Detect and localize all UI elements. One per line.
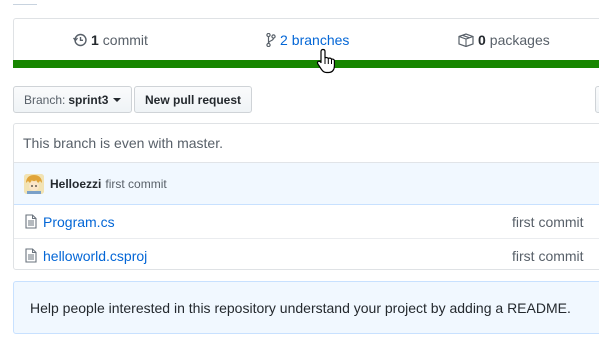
file-row[interactable]: Program.cs first commit bbox=[14, 205, 599, 239]
file-commit-message[interactable]: first commit bbox=[512, 248, 584, 264]
file-commit-message[interactable]: first commit bbox=[512, 214, 584, 230]
commits-link[interactable]: 1 commit bbox=[73, 31, 148, 49]
commits-count: 1 bbox=[91, 32, 99, 48]
file-name-link[interactable]: helloworld.csproj bbox=[43, 248, 147, 264]
git-branch-icon bbox=[266, 33, 276, 47]
commits-label: commit bbox=[102, 32, 148, 48]
branch-select-button[interactable]: Branch: sprint3 bbox=[13, 86, 133, 113]
new-pull-request-button[interactable]: New pull request bbox=[134, 86, 253, 113]
language-bar[interactable] bbox=[13, 60, 599, 68]
clone-button-edge[interactable] bbox=[595, 86, 599, 113]
file-icon bbox=[25, 214, 37, 229]
branch-prefix: Branch: bbox=[24, 92, 66, 107]
branches-count: 2 bbox=[280, 32, 288, 48]
branches-link[interactable]: 2 branches bbox=[266, 31, 349, 49]
package-icon bbox=[458, 33, 474, 47]
commit-author[interactable]: Helloezzi bbox=[50, 177, 101, 191]
hand-cursor-icon bbox=[316, 48, 335, 74]
avatar-image-icon bbox=[24, 173, 44, 194]
branch-name: sprint3 bbox=[68, 92, 109, 107]
file-navigation-table: This branch is even with master. Helloez… bbox=[13, 123, 599, 270]
file-name-link[interactable]: Program.cs bbox=[43, 214, 115, 230]
chevron-down-icon bbox=[113, 97, 122, 102]
commit-message[interactable]: first commit bbox=[105, 177, 166, 191]
readme-prompt-text: Help people interested in this repositor… bbox=[30, 299, 571, 316]
file-row[interactable]: helloworld.csproj first commit bbox=[14, 239, 599, 269]
branches-label: branches bbox=[291, 32, 350, 48]
readme-prompt-box: Help people interested in this repositor… bbox=[13, 281, 599, 334]
avatar[interactable] bbox=[24, 173, 44, 194]
new-pull-request-label: New pull request bbox=[145, 92, 242, 107]
top-link-fragment bbox=[13, 0, 37, 5]
packages-link[interactable]: 0 packages bbox=[458, 31, 550, 49]
latest-commit-bar: Helloezzi first commit bbox=[14, 163, 599, 205]
packages-count: 0 bbox=[478, 32, 486, 48]
repo-summary-bar: 1 commit 2 branches 0 packages bbox=[13, 18, 599, 61]
history-icon bbox=[73, 33, 87, 47]
packages-label: packages bbox=[489, 32, 550, 48]
file-icon bbox=[25, 248, 37, 263]
branch-status-message: This branch is even with master. bbox=[14, 124, 599, 163]
